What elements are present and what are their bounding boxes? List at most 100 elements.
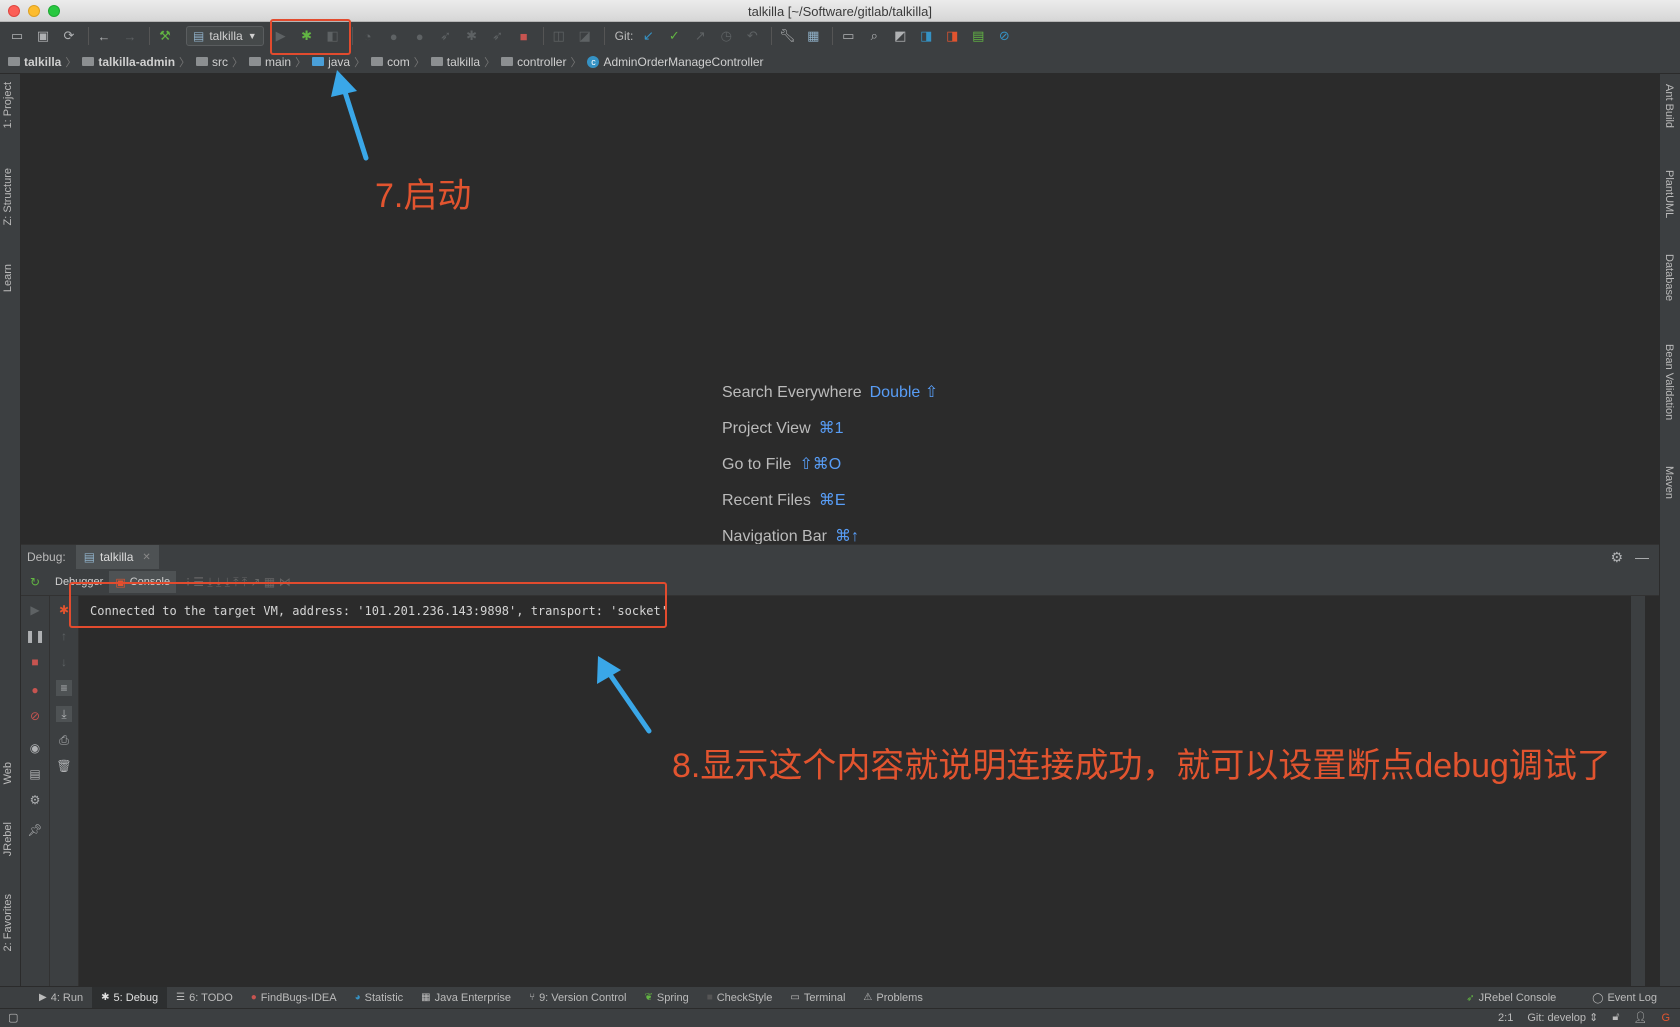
terminal-window-icon[interactable]: ▭ — [837, 25, 859, 47]
build-hammer-icon[interactable]: ⚒ — [154, 25, 176, 47]
toolbar-divider — [351, 27, 353, 45]
mute-breakpoints-icon[interactable]: ⊘ — [27, 708, 43, 724]
minimize-icon[interactable]: — — [1635, 549, 1649, 566]
tool-statistic[interactable]: ◕ Statistic — [346, 987, 413, 1009]
git-push-icon[interactable]: ↗ — [689, 25, 711, 47]
stop-icon[interactable]: ■ — [513, 25, 535, 47]
run-icon[interactable]: ▶ — [270, 25, 292, 47]
console-scrollbar[interactable] — [1631, 596, 1645, 986]
tool-tab-plantuml[interactable]: PlantUML — [1663, 170, 1675, 218]
view-breakpoints-icon[interactable]: ● — [27, 682, 43, 698]
tool-tab-learn[interactable]: Learn — [2, 264, 14, 292]
tool-todo[interactable]: ☰ 6: TODO — [167, 987, 242, 1009]
breadcrumb-item[interactable]: src — [196, 55, 228, 69]
gear-icon[interactable]: ⚙ — [1610, 549, 1623, 566]
tool-tab-database[interactable]: Database — [1663, 254, 1675, 301]
tool-terminal[interactable]: ▭ Terminal — [781, 987, 854, 1009]
search-icon[interactable]: ⌕ — [863, 25, 885, 47]
save-icon[interactable]: ▣ — [32, 25, 54, 47]
module-folder-icon — [82, 57, 95, 66]
tool-tab-web[interactable]: Web — [2, 762, 14, 784]
pin-icon[interactable]: 📌︎ — [27, 822, 43, 838]
more-icon[interactable]: ⁝ ☰ ⤓ ⤓ ⤓ ⤒ ⤒ ↗ ▦ ⋈ — [186, 575, 291, 590]
breadcrumb-item[interactable]: talkilla — [430, 55, 480, 69]
inspector-icon[interactable]: 👤︎ — [1633, 1011, 1647, 1024]
settings-wrench-icon[interactable]: 🔧︎ — [776, 25, 798, 47]
breadcrumb-item[interactable]: controller — [501, 55, 566, 69]
git-label: Git: — [614, 29, 634, 43]
tool-tab-jrebel[interactable]: JRebel — [2, 822, 14, 856]
breadcrumb-item[interactable]: java — [312, 55, 350, 69]
jrebel-icon[interactable]: ➶ — [487, 25, 509, 47]
soft-wrap-icon[interactable]: ≡ — [56, 680, 72, 696]
tool-version-control[interactable]: ⑂ 9: Version Control — [520, 987, 635, 1009]
tool-tab-ant-build[interactable]: Ant Build — [1663, 84, 1675, 128]
trash-icon[interactable]: 🗑︎ — [56, 758, 72, 774]
forward-icon[interactable]: → — [119, 25, 141, 47]
close-icon[interactable]: ✕ — [142, 552, 150, 563]
stop-icon[interactable]: ■ — [27, 654, 43, 670]
tool-spring[interactable]: ❦ Spring — [636, 987, 698, 1009]
tool-java-enterprise[interactable]: ▦ Java Enterprise — [412, 987, 520, 1009]
cursor-position[interactable]: 2:1 — [1498, 1012, 1513, 1024]
tool-tab-project[interactable]: 1: Project — [2, 82, 14, 128]
tool-tab-maven[interactable]: Maven — [1663, 466, 1675, 499]
plugin-blue-icon[interactable]: ◨ — [915, 25, 937, 47]
git-commit-icon[interactable]: ✓ — [663, 25, 685, 47]
layout-icon[interactable]: ▤ — [27, 766, 43, 782]
up-arrow-icon[interactable]: ↑ — [56, 628, 72, 644]
breadcrumb-item[interactable]: com — [371, 55, 410, 69]
tool-findbugs[interactable]: ● FindBugs-IDEA — [242, 987, 346, 1009]
google-icon[interactable]: G — [1661, 1012, 1670, 1024]
git-update-icon[interactable]: ↙ — [637, 25, 659, 47]
toggle-tool-windows-icon[interactable]: ▢ — [8, 1011, 18, 1024]
camera-icon[interactable]: ◉ — [27, 740, 43, 756]
resume-icon[interactable]: ▶ — [27, 602, 43, 618]
debug-console[interactable]: Connected to the target VM, address: '10… — [80, 596, 1645, 986]
project-structure-icon[interactable]: ▦ — [802, 25, 824, 47]
translate-icon[interactable]: ◩ — [889, 25, 911, 47]
breadcrumb-item[interactable]: talkilla-admin — [82, 55, 175, 69]
update-running-icon[interactable]: ◫ — [548, 25, 570, 47]
rerun-icon[interactable]: ↻ — [27, 574, 43, 590]
tool-debug[interactable]: ✱ 5: Debug — [92, 986, 168, 1009]
tool-tab-bean-validation[interactable]: Bean Validation — [1663, 344, 1675, 420]
tool-tab-favorites[interactable]: 2: Favorites — [2, 894, 14, 951]
breadcrumb-item[interactable]: main — [249, 55, 291, 69]
tab-debugger[interactable]: Debugger — [49, 571, 109, 593]
disable-icon[interactable]: ⊘ — [993, 25, 1015, 47]
jrebel-run-icon[interactable]: ➶ — [435, 25, 457, 47]
breadcrumb-item[interactable]: c AdminOrderManageController — [587, 55, 764, 69]
record-icon-2[interactable]: ● — [409, 25, 431, 47]
tool-run[interactable]: ▶ 4: Run — [30, 987, 92, 1009]
tool-tab-structure[interactable]: Z: Structure — [2, 168, 14, 225]
pause-icon[interactable]: ❚❚ — [25, 628, 45, 644]
back-icon[interactable]: ← — [93, 25, 115, 47]
down-arrow-icon[interactable]: ↓ — [56, 654, 72, 670]
profile-icon[interactable]: ◔ — [357, 25, 379, 47]
debug-session-tab[interactable]: ▤ talkilla ✕ — [75, 544, 159, 570]
debug-bug-icon[interactable]: ✱ — [296, 25, 318, 47]
gear-icon[interactable]: ⚙ — [27, 792, 43, 808]
record-icon[interactable]: ● — [383, 25, 405, 47]
plugin-red-icon[interactable]: ◨ — [941, 25, 963, 47]
git-history-icon[interactable]: ◷ — [715, 25, 737, 47]
coverage-icon[interactable]: ◧ — [322, 25, 344, 47]
tool-checkstyle[interactable]: ■ CheckStyle — [698, 987, 782, 1009]
print-icon[interactable]: ⎙ — [56, 732, 72, 748]
sync-icon[interactable]: ⟳ — [58, 25, 80, 47]
tab-console[interactable]: ▣ Console — [109, 571, 177, 593]
tool-jrebel-console[interactable]: ➶ JRebel Console — [1457, 987, 1565, 1009]
lock-icon[interactable]: 🔓︎ — [1612, 1011, 1619, 1024]
plugin-green-icon[interactable]: ▤ — [967, 25, 989, 47]
scroll-to-end-icon[interactable]: ⤓ — [56, 706, 72, 722]
breadcrumb-item[interactable]: talkilla — [8, 55, 61, 69]
tool-problems[interactable]: ⚠ Problems — [854, 987, 931, 1009]
attach-icon[interactable]: ◪ — [574, 25, 596, 47]
open-folder-icon[interactable]: ▭ — [6, 25, 28, 47]
tool-event-log[interactable]: ◯ Event Log — [1583, 987, 1666, 1009]
git-branch[interactable]: Git: develop ⇕ — [1527, 1011, 1598, 1024]
jrebel-debug-icon[interactable]: ✱ — [461, 25, 483, 47]
run-configuration-select[interactable]: ▤ talkilla ▼ — [186, 26, 264, 46]
git-rollback-icon[interactable]: ↶ — [741, 25, 763, 47]
